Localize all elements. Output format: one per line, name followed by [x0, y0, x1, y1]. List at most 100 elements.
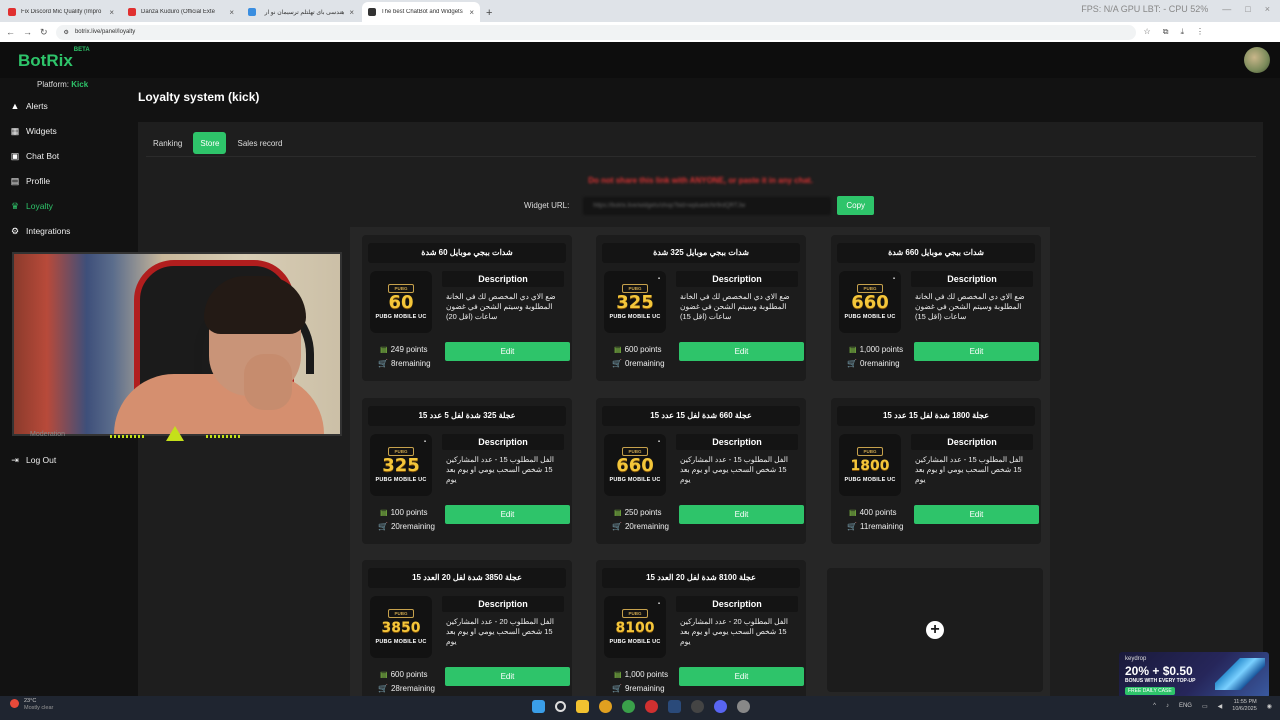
edit-button[interactable]: Edit: [445, 667, 570, 686]
edit-button[interactable]: Edit: [679, 667, 804, 686]
forward-icon[interactable]: →: [23, 27, 32, 37]
platform-indicator: Platform: Kick: [37, 80, 89, 89]
edit-button[interactable]: Edit: [445, 505, 570, 524]
close-window-icon[interactable]: ×: [1265, 4, 1270, 14]
browser-tabbar: Fix Discord Mic Quality (Impro × Danza K…: [0, 0, 1280, 22]
store-item: عجلة 325 شدة لفل 5 عدد 15 ▪ PUBG 325 PUB…: [362, 398, 572, 544]
item-description: الفل المطلوب 15 - عدد المشاركين 15 شخص ا…: [915, 455, 1023, 484]
minimize-icon[interactable]: —: [1222, 4, 1231, 14]
ad-promo: 20% + $0.50: [1125, 664, 1193, 678]
site-info-icon[interactable]: ⚙: [64, 29, 69, 36]
tab-store[interactable]: Store: [193, 132, 227, 154]
address-bar[interactable]: ⚙ botrix.live/panel/loyalty: [55, 24, 1136, 40]
weather-widget[interactable]: 23°C Mostly clear: [10, 698, 53, 712]
coins-icon: ▤: [614, 670, 622, 679]
cart-icon: 🛒: [612, 522, 622, 531]
edit-button[interactable]: Edit: [445, 342, 570, 361]
menu-icon[interactable]: ⋮: [1196, 27, 1204, 37]
item-description: ضع الاي دي المخصص لك في الخانة المطلوبة …: [680, 292, 790, 321]
app-icon[interactable]: [645, 700, 658, 713]
reload-icon[interactable]: ↻: [40, 27, 48, 38]
sidebar-item-chat-bot[interactable]: ▣ Chat Bot: [10, 151, 59, 162]
close-icon[interactable]: ×: [109, 8, 114, 17]
sidebar-item-logout[interactable]: ⇥ Log Out: [10, 455, 56, 466]
cart-tag-icon: ▪: [657, 276, 660, 282]
window-stats: FPS: N/A GPU LBT: - CPU 52%: [1081, 4, 1209, 14]
keydrop-ad[interactable]: keydrop 20% + $0.50 BONUS WITH EVERY TOP…: [1119, 652, 1269, 698]
window-controls: FPS: N/A GPU LBT: - CPU 52% — □ ×: [1071, 0, 1280, 18]
volume-icon[interactable]: ◀: [1218, 703, 1223, 710]
uc-pack-image: ▪ PUBG 660 PUBG MOBILE UC: [604, 434, 666, 496]
close-icon[interactable]: ×: [469, 8, 474, 17]
item-points: ▤ 600 points: [614, 345, 662, 354]
weather-icon: [10, 699, 19, 708]
steam-icon[interactable]: [668, 700, 681, 713]
new-tab-button[interactable]: +: [486, 7, 492, 19]
item-remaining: 🛒 0remaining: [612, 359, 665, 368]
tab-ranking[interactable]: Ranking: [146, 132, 189, 154]
edit-button[interactable]: Edit: [679, 505, 804, 524]
edit-button[interactable]: Edit: [914, 342, 1039, 361]
browser-tab-2[interactable]: Danza Kuduro (Official Exte ×: [122, 2, 240, 22]
edit-button[interactable]: Edit: [679, 342, 804, 361]
windows-start-icon[interactable]: [532, 700, 545, 713]
maximize-icon[interactable]: □: [1245, 4, 1250, 14]
widget-url-label: Widget URL:: [524, 201, 570, 210]
sidebar-item-integrations[interactable]: ⚙ Integrations: [10, 226, 70, 237]
description-header: Description: [676, 434, 798, 450]
coins-icon: ▤: [614, 508, 622, 517]
sidebar-item-loyalty[interactable]: ♛ Loyalty: [10, 201, 53, 212]
close-icon[interactable]: ×: [229, 8, 234, 17]
edit-button[interactable]: Edit: [914, 505, 1039, 524]
tab-title: هندسی بای تهلتلم ترسیمان نو آر: [264, 9, 345, 16]
item-description: ضع الاي دي المخصص لك في الخانة المطلوبة …: [915, 292, 1025, 321]
download-icon[interactable]: ⤓: [1180, 27, 1184, 37]
browser-tab-4[interactable]: The best ChatBot and Widgets ×: [362, 2, 480, 22]
sidebar-item-widgets[interactable]: ▦ Widgets: [10, 125, 57, 137]
coins-icon: ▤: [849, 345, 857, 354]
obs-icon[interactable]: [691, 700, 704, 713]
warning-triangle-icon: [166, 425, 184, 441]
add-icon[interactable]: +: [926, 621, 944, 639]
coins-icon: ▤: [849, 508, 857, 517]
botrix-logo[interactable]: BotRixBETA: [18, 47, 90, 71]
browser-tab-3[interactable]: هندسی بای تهلتلم ترسیمان نو آر ×: [242, 2, 360, 22]
cart-icon: 🛒: [378, 684, 388, 693]
webcam-overlay: [12, 252, 342, 436]
language-indicator[interactable]: ENG: [1179, 703, 1192, 709]
tab-sales-record[interactable]: Sales record: [230, 132, 289, 154]
chrome-icon[interactable]: [599, 700, 612, 713]
network-icon[interactable]: ▭: [1202, 703, 1208, 710]
item-points: ▤ 250 points: [614, 508, 662, 517]
avatar[interactable]: [1244, 47, 1270, 73]
description-header: Description: [442, 596, 564, 612]
copy-button[interactable]: Copy: [837, 196, 875, 215]
search-icon[interactable]: [555, 701, 566, 712]
sidebar-item-alerts[interactable]: ▲ Alerts: [10, 101, 48, 111]
discord-icon[interactable]: [714, 700, 727, 713]
widget-url-field[interactable]: https://botrix.live/widgets/shop?bid=wpl…: [583, 196, 832, 215]
notification-icon[interactable]: ◉: [1267, 703, 1272, 710]
app-icon-2[interactable]: [737, 700, 750, 713]
item-name: عجلة 3850 شدة لفل 20 العدد 15: [368, 568, 566, 588]
sidebar-item-profile[interactable]: ▤ Profile: [10, 176, 50, 187]
back-icon[interactable]: ←: [6, 27, 15, 37]
close-icon[interactable]: ×: [349, 8, 354, 17]
file-explorer-icon[interactable]: [576, 700, 589, 713]
mic-icon[interactable]: ♪: [1166, 703, 1169, 709]
clock[interactable]: 11:55 PM 10/6/2025: [1232, 699, 1256, 713]
description-header: Description: [911, 434, 1033, 450]
extensions-icon[interactable]: ⧉: [1163, 27, 1169, 37]
browser-tab-1[interactable]: Fix Discord Mic Quality (Impro ×: [2, 2, 120, 22]
item-remaining: 🛒 9remaining: [612, 684, 665, 693]
app: BotRixBETA Platform: Kick ▲ Alerts ▦ Wid…: [0, 42, 1280, 706]
add-item-card[interactable]: +: [827, 568, 1043, 692]
item-name: شدات ببجي موبايل 325 شدة: [602, 243, 800, 263]
widgets-icon: ▦: [10, 125, 20, 136]
chrome-profile-icon[interactable]: [622, 700, 635, 713]
tray-chevron-icon[interactable]: ^: [1153, 703, 1156, 709]
item-name: شدات ببجي موبايل 660 شدة: [837, 243, 1035, 263]
bookmark-star-icon[interactable]: ☆: [1144, 27, 1151, 37]
item-points: ▤ 1,000 points: [614, 670, 669, 679]
store-item: عجلة 8100 شدة لفل 20 العدد 15 ▪ PUBG 810…: [596, 560, 806, 706]
